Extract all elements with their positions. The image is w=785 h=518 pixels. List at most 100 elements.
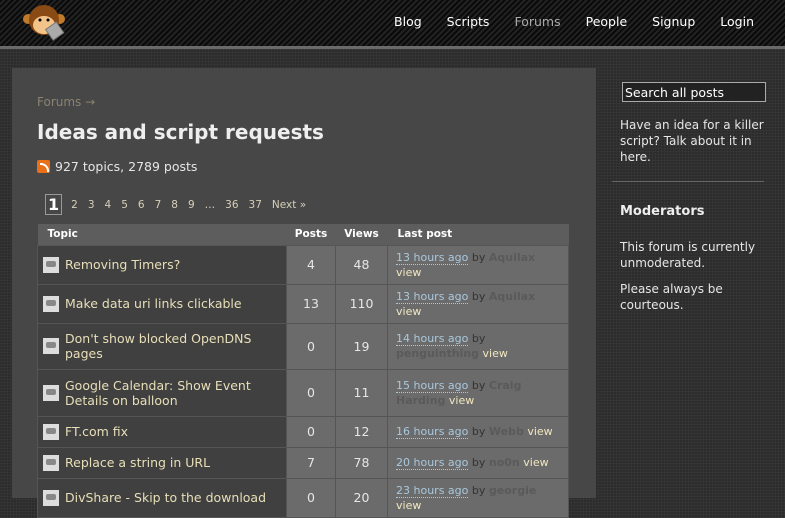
page-link[interactable]: 36 <box>225 199 238 211</box>
page-link[interactable]: 3 <box>88 199 95 211</box>
topic-cell: Removing Timers? <box>37 244 287 285</box>
page-link[interactable]: 8 <box>171 199 178 211</box>
forum-description: Have an idea for a killer script? Talk a… <box>620 118 764 164</box>
topic-cell: Don't show blocked OpenDNS pages <box>37 322 287 370</box>
table-row: Google Calendar: Show Event Details on b… <box>37 368 569 417</box>
posts-count: 7 <box>286 446 336 479</box>
views-count: 11 <box>335 368 388 417</box>
header: Blog Scripts Forums People Signup Login <box>0 0 785 49</box>
last-post-cell: 16 hours ago by Webb view <box>387 415 569 448</box>
page-title: Ideas and script requests <box>37 120 324 144</box>
page-link[interactable]: 37 <box>249 199 262 211</box>
topic-link[interactable]: Don't show blocked OpenDNS pages <box>65 331 281 361</box>
table-row: Make data uri links clickable 13 110 13 … <box>37 283 569 324</box>
view-link[interactable]: view <box>396 305 421 318</box>
view-link[interactable]: view <box>449 394 474 407</box>
courtesy-text: Please always be courteous. <box>620 282 723 312</box>
last-post-time[interactable]: 13 hours ago <box>396 289 469 304</box>
nav-people[interactable]: People <box>586 14 628 29</box>
nav-scripts[interactable]: Scripts <box>447 14 490 29</box>
view-link[interactable]: view <box>523 456 548 469</box>
last-post-time[interactable]: 20 hours ago <box>396 456 469 470</box>
last-post-time[interactable]: 13 hours ago <box>396 250 469 265</box>
page-link[interactable]: 9 <box>188 199 195 211</box>
by-label: by <box>471 378 486 392</box>
moderators-heading: Moderators <box>620 204 705 219</box>
topic-bubble-icon <box>43 338 59 354</box>
posts-count: 0 <box>286 415 336 448</box>
last-post-user[interactable]: Webb <box>489 425 524 438</box>
by-label: by <box>471 250 486 264</box>
topic-cell: Make data uri links clickable <box>37 283 287 324</box>
last-post-time[interactable]: 14 hours ago <box>396 332 469 346</box>
topics-table: Topic Posts Views Last post Removing Tim… <box>37 224 569 518</box>
last-post-time[interactable]: 23 hours ago <box>396 483 469 498</box>
page-ellipsis: … <box>204 198 216 211</box>
table-row: Replace a string in URL 7 78 20 hours ag… <box>37 446 569 479</box>
nav-forums[interactable]: Forums <box>514 14 560 29</box>
by-label: by <box>471 483 486 497</box>
topic-link[interactable]: Replace a string in URL <box>65 455 210 470</box>
breadcrumb[interactable]: Forums → <box>37 95 95 109</box>
rss-icon[interactable] <box>37 160 50 173</box>
last-post-user[interactable]: no0n <box>489 456 520 469</box>
page-link[interactable]: 7 <box>155 199 162 211</box>
topic-cell: DivShare - Skip to the download <box>37 477 287 518</box>
views-count: 19 <box>335 322 388 370</box>
nav-blog[interactable]: Blog <box>394 14 422 29</box>
topic-bubble-icon <box>43 384 59 401</box>
posts-count: 0 <box>286 322 336 370</box>
page-link[interactable]: 4 <box>105 199 112 211</box>
topic-bubble-icon <box>43 454 59 471</box>
topic-bubble-icon <box>43 295 59 312</box>
last-post-time[interactable]: 16 hours ago <box>396 425 469 439</box>
last-post-user[interactable]: georgie <box>489 484 536 497</box>
view-link[interactable]: view <box>483 347 508 360</box>
views-count: 12 <box>335 415 388 448</box>
pagination: 1 2 3 4 5 6 7 8 9 … 36 37 Next » <box>45 194 316 215</box>
topic-link[interactable]: Removing Timers? <box>65 257 180 272</box>
page-link[interactable]: 2 <box>71 199 78 211</box>
last-post-user[interactable]: Aquilax <box>489 251 535 264</box>
next-page-link[interactable]: Next » <box>272 199 306 211</box>
topic-link[interactable]: FT.com fix <box>65 424 128 439</box>
view-link[interactable]: view <box>396 499 421 512</box>
page-link[interactable]: 5 <box>121 199 128 211</box>
sidebar: Have an idea for a killer script? Talk a… <box>612 82 767 313</box>
col-views: Views <box>335 224 388 245</box>
last-post-user[interactable]: penguinthing <box>396 347 479 360</box>
last-post-time[interactable]: 15 hours ago <box>396 378 469 393</box>
last-post-cell: 20 hours ago by no0n view <box>387 446 569 479</box>
last-post-user[interactable]: Aquilax <box>489 290 535 303</box>
posts-count: 0 <box>286 477 336 518</box>
topic-cell: Google Calendar: Show Event Details on b… <box>37 368 287 417</box>
by-label: by <box>471 425 486 438</box>
nav-signup[interactable]: Signup <box>652 14 695 29</box>
col-topic: Topic <box>37 224 287 245</box>
topic-link[interactable]: DivShare - Skip to the download <box>65 490 266 505</box>
last-post-cell: 13 hours ago by Aquilax view <box>387 244 569 285</box>
by-label: by <box>471 332 486 345</box>
topic-link[interactable]: Google Calendar: Show Event Details on b… <box>65 378 281 408</box>
nav-login[interactable]: Login <box>720 14 754 29</box>
view-link[interactable]: view <box>527 425 552 438</box>
main-nav: Blog Scripts Forums People Signup Login <box>394 14 754 29</box>
last-post-cell: 13 hours ago by Aquilax view <box>387 283 569 324</box>
view-link[interactable]: view <box>396 266 421 279</box>
divider <box>612 181 764 182</box>
last-post-cell: 14 hours ago by penguinthing view <box>387 322 569 370</box>
page-link[interactable]: 6 <box>138 199 145 211</box>
page-current: 1 <box>45 194 63 215</box>
topic-bubble-icon <box>43 489 59 506</box>
monkey-logo-icon[interactable] <box>22 3 70 43</box>
posts-count: 13 <box>286 283 336 324</box>
posts-count: 0 <box>286 368 336 417</box>
by-label: by <box>471 289 486 303</box>
views-count: 20 <box>335 477 388 518</box>
last-post-cell: 23 hours ago by georgie view <box>387 477 569 518</box>
topic-link[interactable]: Make data uri links clickable <box>65 296 242 311</box>
topic-bubble-icon <box>43 256 59 273</box>
col-posts: Posts <box>286 224 336 245</box>
search-input[interactable] <box>622 82 766 102</box>
forum-panel: Forums → Ideas and script requests 927 t… <box>12 68 596 518</box>
